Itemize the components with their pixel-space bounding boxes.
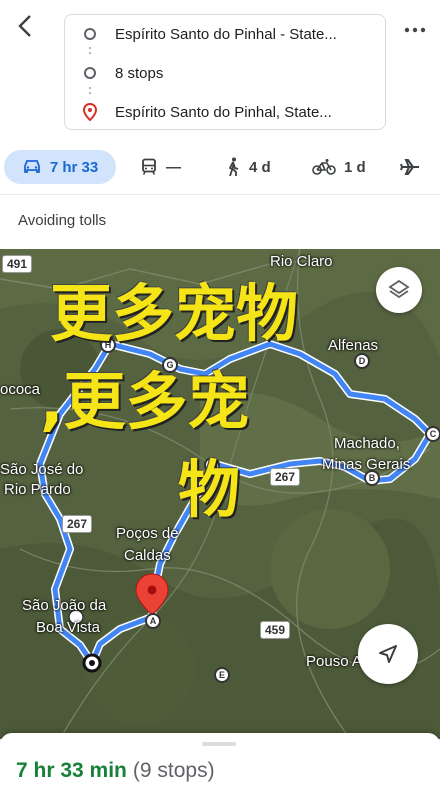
place-label: Poços de [116,525,179,542]
divider [0,194,440,195]
stop-count: (9 stops) [132,759,215,782]
bike-time: 1 d [344,158,366,176]
bicycle-icon [312,159,336,175]
transit-time: — [166,158,181,176]
destination-row[interactable]: Espírito Santo do Pinhal, State... [65,93,385,131]
place-label: Alfenas [328,337,379,354]
mode-bike-tab[interactable]: 1 d [312,150,366,184]
place-label: Machado, [334,435,400,452]
waypoint-e[interactable]: E [214,667,230,683]
watermark-text: ,更多宠 [40,365,250,438]
drive-time: 7 hr 33 [49,158,99,176]
train-icon [142,158,156,175]
mode-walk-tab[interactable]: 4 d [225,150,271,184]
origin-field[interactable]: Espírito Santo do Pinhal - State... [115,26,337,43]
mode-flight-tab[interactable] [400,150,420,184]
directions-header: Espírito Santo do Pinhal - State... 8 st… [0,0,440,140]
stops-row[interactable]: 8 stops [65,54,385,92]
place-label: Boa Vista [36,619,100,636]
more-options-button[interactable] [400,18,430,42]
waypoint-c[interactable]: C [425,426,440,442]
place-label: São José do [0,461,84,478]
total-duration: 7 hr 33 min [16,759,127,782]
road-shield: 491 [2,255,33,273]
destination-field[interactable]: Espírito Santo do Pinhal, State... [115,104,332,121]
route-card: Espírito Santo do Pinhal - State... 8 st… [64,14,386,130]
watermark-text: 更多宠物 [50,277,299,350]
travel-mode-bar: 7 hr 33 — 4 d 1 d [0,144,440,190]
airplane-icon [400,159,419,175]
back-button[interactable] [10,10,42,42]
mode-drive-tab[interactable]: 7 hr 33 [4,150,116,184]
watermark-text: 物 [178,453,241,526]
waypoint-d[interactable]: D [354,353,370,369]
origin-row[interactable]: Espírito Santo do Pinhal - State... [65,15,385,53]
place-label: Rio Pardo [4,481,71,498]
place-label: São João da [22,597,107,614]
road-shield: 459 [260,621,291,639]
map-view[interactable]: Rio Claro Alfenas ococa Machado, Minas G… [0,249,440,739]
road-shield: 267 [270,468,301,486]
layers-icon [388,279,410,299]
route-options-label[interactable]: Avoiding tolls [18,212,106,229]
more-dots-icon [404,27,426,33]
sheet-drag-handle[interactable] [202,742,236,746]
origin-circle-icon [84,28,96,40]
place-label: Rio Claro [270,253,333,270]
waypoint-a[interactable]: A [145,613,161,629]
back-arrow-icon [18,15,31,37]
road-shield: 267 [62,515,93,533]
place-label: Caldas [124,547,171,564]
route-summary-sheet[interactable]: 7 hr 33 min (9 stops) [0,733,440,796]
waypoint-b[interactable]: B [364,470,380,486]
destination-pin-icon [83,103,97,121]
map-layers-button[interactable] [376,267,422,313]
car-icon [23,160,40,173]
route-summary: 7 hr 33 min (9 stops) [16,759,215,783]
stops-field[interactable]: 8 stops [115,65,163,82]
walk-time: 4 d [249,158,271,176]
stops-circle-icon [84,67,96,79]
navigation-arrow-icon [379,645,397,663]
place-label: ococa [0,381,41,398]
my-location-button[interactable] [358,624,418,684]
mode-transit-tab[interactable]: — [140,150,181,184]
walking-icon [228,157,239,177]
